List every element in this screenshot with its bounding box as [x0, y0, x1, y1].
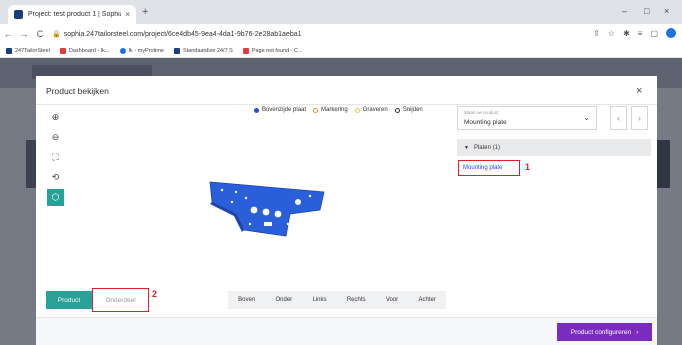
- profile-avatar[interactable]: [666, 28, 676, 38]
- previous-button[interactable]: ‹: [610, 106, 627, 130]
- reload-icon[interactable]: C: [32, 29, 48, 39]
- tab-onderdeel[interactable]: Onderdeel: [92, 288, 149, 312]
- chevron-down-icon: ⌄: [583, 113, 590, 122]
- product-select[interactable]: Maak uw product Mounting plate ⌄: [457, 106, 597, 130]
- bookmarks-bar: 247TailorSteel Dashboard - Ik... Ik - my…: [0, 44, 682, 58]
- browser-tab[interactable]: Project: test product 1 | Sophia - ×: [8, 5, 136, 24]
- bookmark-item[interactable]: Ik - myProtime: [119, 47, 164, 54]
- chevron-right-icon: ›: [636, 328, 639, 336]
- platen-header-label: Platen (1): [473, 144, 500, 151]
- fit-screen-icon[interactable]: ⛶: [47, 149, 64, 166]
- bookmark-item[interactable]: Dashboard - Ik...: [59, 47, 110, 54]
- legend-item[interactable]: Markering: [313, 107, 348, 113]
- legend-ring-icon: [394, 107, 400, 113]
- bookmark-item[interactable]: Page not found - C...: [242, 47, 303, 54]
- bookmark-star-icon[interactable]: ☆: [608, 29, 615, 38]
- maximize-icon[interactable]: □: [644, 6, 649, 16]
- modal-title: Product bekijken: [46, 86, 109, 96]
- bookmark-favicon-icon: [173, 47, 180, 54]
- annotation-number: 2: [152, 289, 158, 299]
- layer-legend: Bovenzijde plaat Markering Graveren Snij…: [254, 107, 423, 113]
- configure-button-label: Product configureren: [570, 328, 632, 336]
- sidebar-icon[interactable]: ▢: [650, 29, 658, 38]
- modal-divider: [36, 104, 657, 105]
- legend-item[interactable]: Graveren: [354, 107, 388, 113]
- view-bottom-button[interactable]: Onder: [275, 297, 292, 303]
- select-placeholder: Maak uw product: [464, 110, 499, 115]
- bookmark-favicon-icon: [242, 47, 249, 54]
- view-top-button[interactable]: Boven: [238, 297, 255, 303]
- tab-close-icon[interactable]: ×: [125, 10, 130, 19]
- platen-section-header[interactable]: ▼ Platen (1): [457, 139, 651, 156]
- next-button[interactable]: ›: [631, 106, 648, 130]
- bookmark-item[interactable]: 247TailorSteel: [6, 47, 50, 54]
- address-bar: ← → C 🔒 sophia.247tailorsteel.com/projec…: [0, 24, 682, 44]
- extensions-icon[interactable]: ✱: [623, 29, 630, 38]
- caret-down-icon: ▼: [464, 144, 469, 151]
- legend-dot-icon: [254, 107, 259, 113]
- close-icon[interactable]: ×: [636, 85, 642, 97]
- box-view-icon[interactable]: ⬡: [47, 189, 64, 206]
- new-tab-button[interactable]: +: [142, 6, 148, 18]
- rotate-icon[interactable]: ⟲: [47, 169, 64, 186]
- view-right-button[interactable]: Rechts: [347, 297, 366, 303]
- share-icon[interactable]: ⇪: [593, 29, 600, 38]
- legend-item[interactable]: Snijden: [394, 107, 423, 113]
- background-panel-right: [656, 140, 670, 188]
- back-icon[interactable]: ←: [0, 29, 16, 39]
- reading-list-icon[interactable]: ≡: [638, 29, 643, 38]
- view-back-button[interactable]: Achter: [418, 297, 435, 303]
- bookmark-item[interactable]: Standaardize 24/7 S: [173, 47, 233, 54]
- modal-footer: Product configureren ›: [36, 317, 657, 345]
- zoom-in-icon[interactable]: ⊕: [47, 109, 64, 126]
- plate-list-item[interactable]: Mounting plate: [458, 160, 520, 176]
- zoom-out-icon[interactable]: ⊖: [47, 129, 64, 146]
- select-value: Mounting plate: [464, 119, 507, 126]
- lock-icon: 🔒: [52, 31, 61, 38]
- bookmark-favicon-icon: [119, 47, 126, 54]
- product-view-modal: Product bekijken × ⊕ ⊖ ⛶ ⟲ ⬡ Bovenzijde …: [36, 76, 657, 345]
- view-front-button[interactable]: Voor: [386, 297, 398, 303]
- forward-icon[interactable]: →: [16, 29, 32, 39]
- address-bar-icons: ⇪ ☆ ✱ ≡ ▢: [593, 28, 676, 38]
- url-field[interactable]: sophia.247tailorsteel.com/project/6ce4db…: [64, 31, 302, 38]
- legend-item[interactable]: Bovenzijde plaat: [254, 107, 306, 113]
- minimize-icon[interactable]: –: [622, 6, 627, 16]
- bookmark-favicon-icon: [6, 47, 12, 54]
- tab-product[interactable]: Product: [46, 291, 92, 309]
- view-left-button[interactable]: Links: [312, 297, 326, 303]
- 3d-plate-model[interactable]: [206, 180, 326, 240]
- view-buttons: Boven Onder Links Rechts Voor Achter: [228, 291, 446, 309]
- bookmark-favicon-icon: [59, 47, 66, 54]
- viewer-toolbar: ⊕ ⊖ ⛶ ⟲ ⬡: [47, 109, 64, 209]
- browser-tab-bar: Project: test product 1 | Sophia - × + –…: [0, 0, 682, 24]
- site-favicon-icon: [14, 10, 23, 19]
- legend-ring-icon: [354, 107, 360, 113]
- legend-ring-icon: [313, 107, 319, 113]
- window-close-icon[interactable]: ×: [664, 6, 669, 16]
- tab-title: Project: test product 1 | Sophia -: [28, 11, 122, 18]
- annotation-number: 1: [525, 162, 531, 172]
- configure-product-button[interactable]: Product configureren ›: [557, 323, 652, 341]
